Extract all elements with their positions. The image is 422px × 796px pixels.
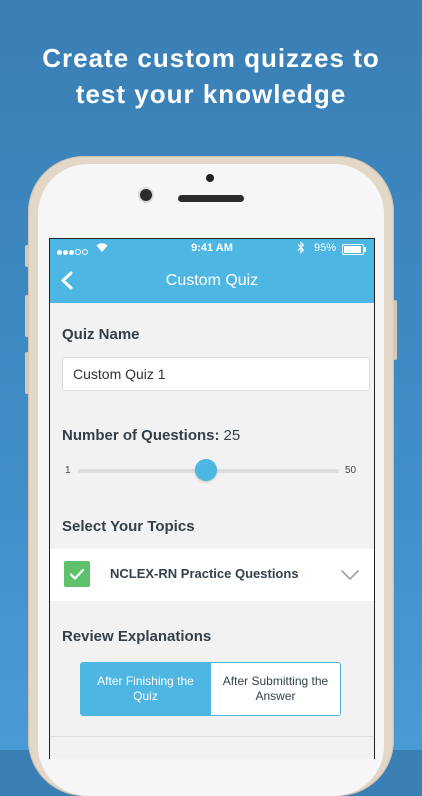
nav-bar: Custom Quiz xyxy=(50,259,374,303)
topic-row[interactable]: NCLEX-RN Practice Questions xyxy=(50,549,374,601)
promo-line-1: Create custom quizzes to xyxy=(42,43,380,73)
checkmark-icon xyxy=(69,568,85,580)
battery-icon xyxy=(342,244,366,255)
bluetooth-icon xyxy=(297,241,305,257)
battery-fill xyxy=(344,246,362,253)
topic-label: NCLEX-RN Practice Questions xyxy=(110,566,299,581)
quiz-name-input[interactable]: Custom Quiz 1 xyxy=(62,357,370,391)
phone-side-button-left-1 xyxy=(25,245,29,267)
promo-headline: Create custom quizzes to test your knowl… xyxy=(0,40,422,112)
phone-side-button-right xyxy=(393,300,397,360)
slider-min-label: 1 xyxy=(65,465,71,476)
number-of-questions-text: Number of Questions: xyxy=(62,427,220,444)
topic-checkbox[interactable] xyxy=(64,561,90,587)
phone-side-button-left-3 xyxy=(25,352,29,394)
promo-line-2: test your knowledge xyxy=(75,79,347,109)
after-finishing-quiz-option[interactable]: After Finishing the Quiz xyxy=(81,663,210,715)
status-bar: 9:41 AM 95% xyxy=(50,239,374,259)
battery-percent: 95% xyxy=(314,242,337,254)
slider-max-label: 50 xyxy=(345,465,357,476)
select-topics-label: Select Your Topics xyxy=(62,518,195,535)
chevron-down-icon[interactable] xyxy=(340,569,360,581)
divider xyxy=(50,736,374,737)
quiz-name-label: Quiz Name xyxy=(62,326,140,343)
number-of-questions-value: 25 xyxy=(223,427,241,444)
questions-slider-thumb[interactable] xyxy=(194,459,217,481)
page-title: Custom Quiz xyxy=(165,272,259,289)
phone-sensor xyxy=(206,174,214,182)
review-segmented-control: After Finishing the Quiz After Submittin… xyxy=(80,662,341,716)
phone-side-button-left-2 xyxy=(25,295,29,337)
phone-camera xyxy=(140,189,152,201)
phone-speaker xyxy=(178,195,244,202)
number-of-questions-label: Number of Questions: 25 xyxy=(62,427,240,444)
app-screen: 9:41 AM 95% Custom Quiz Quiz Name Custom… xyxy=(49,238,375,759)
review-explanations-label: Review Explanations xyxy=(62,628,212,645)
after-submitting-answer-option[interactable]: After Submitting the Answer xyxy=(210,663,340,715)
